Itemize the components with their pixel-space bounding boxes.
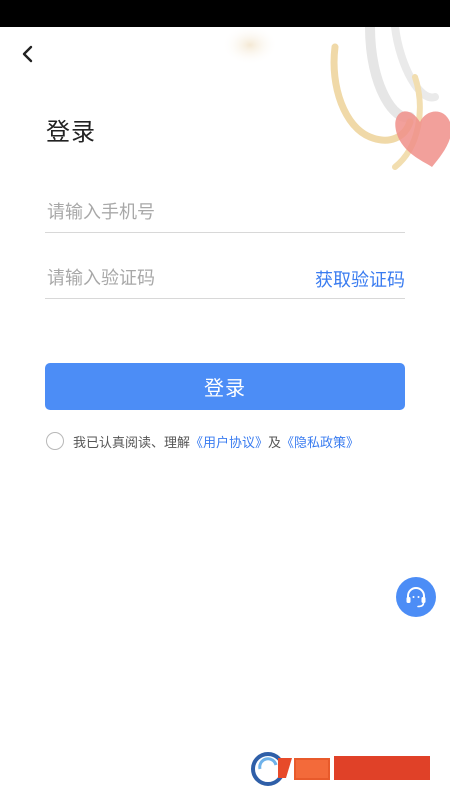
verification-code-input[interactable] xyxy=(45,258,287,298)
page-title: 登录 xyxy=(46,118,96,146)
stethoscope-heart-illustration xyxy=(220,27,450,197)
phone-field-row xyxy=(45,192,405,233)
get-code-button[interactable]: 获取验证码 xyxy=(315,266,405,292)
chevron-left-icon xyxy=(22,45,33,63)
customer-support-button[interactable] xyxy=(396,577,436,617)
user-agreement-link[interactable]: 《用户协议》 xyxy=(190,432,268,451)
agreement-conjunction: 及 xyxy=(268,435,282,451)
agreement-prefix: 我已认真阅读、理解 xyxy=(73,435,191,451)
headset-icon xyxy=(406,586,426,608)
watermark-logo xyxy=(248,748,438,790)
privacy-policy-link[interactable]: 《隐私政策》 xyxy=(281,432,359,451)
agree-checkbox[interactable] xyxy=(46,432,64,450)
status-bar xyxy=(0,0,450,27)
phone-input[interactable] xyxy=(45,192,287,232)
agreement-row: 我已认真阅读、理解 《用户协议》 及 《隐私政策》 xyxy=(46,430,359,452)
code-field-row: 获取验证码 xyxy=(45,258,405,299)
login-button[interactable]: 登录 xyxy=(45,363,405,410)
back-button[interactable] xyxy=(14,40,42,68)
